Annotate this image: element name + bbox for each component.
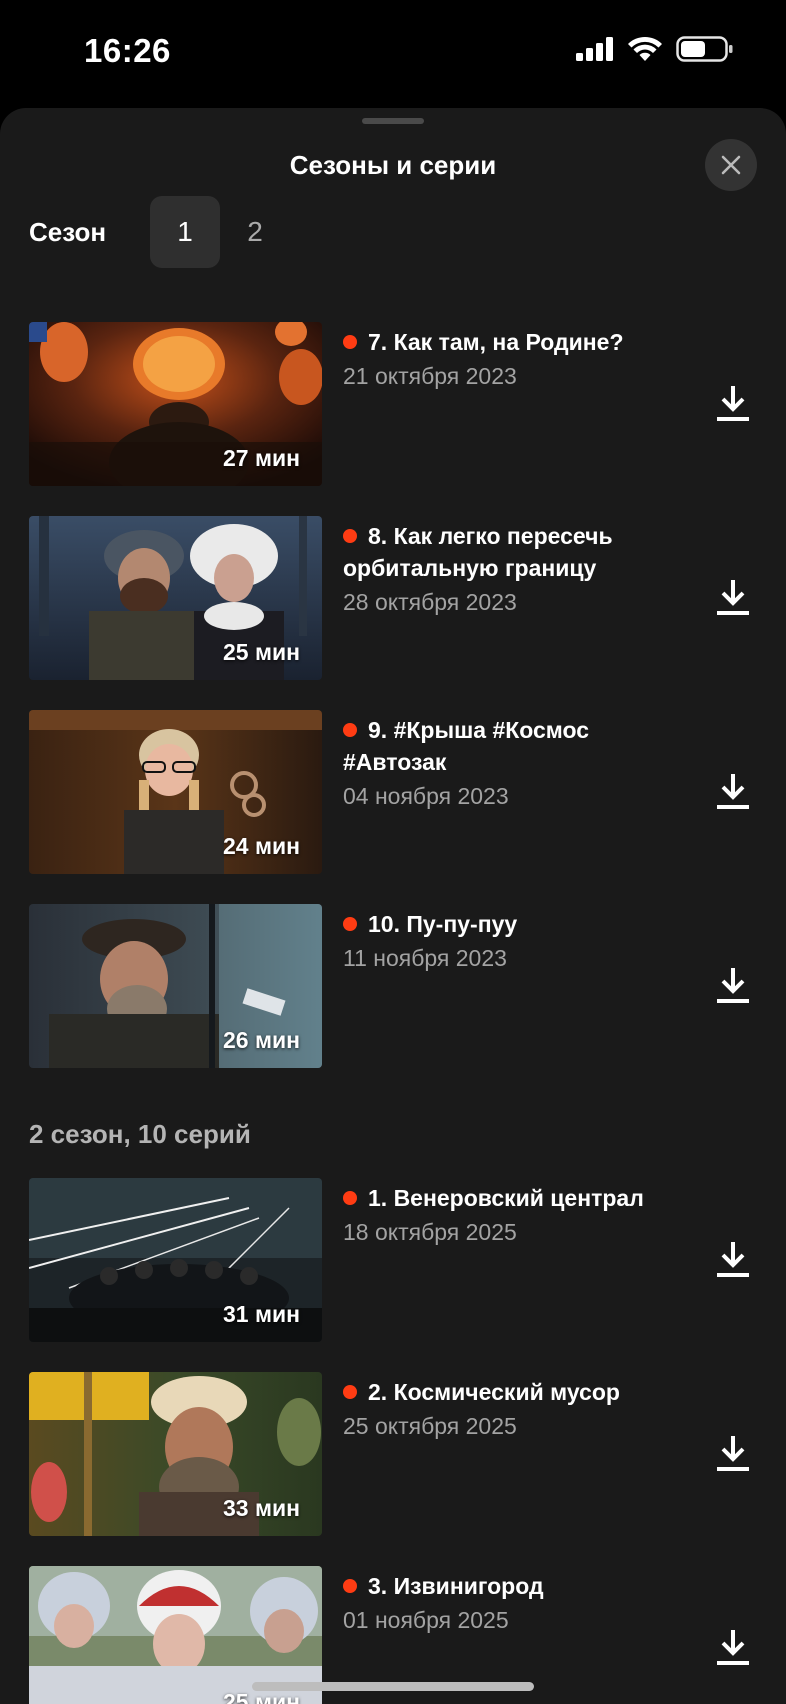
episode-title-text: 2. Космический мусор bbox=[368, 1379, 620, 1405]
status-icons bbox=[576, 36, 734, 62]
season-tab-2[interactable]: 2 bbox=[220, 196, 290, 268]
episode-thumbnail[interactable]: 24 мин bbox=[29, 710, 322, 874]
episode-title-text: 10. Пу-пу-пуу bbox=[368, 911, 518, 937]
episodes-sheet: Сезоны и серии Сезон 1 2 27 мин 7. Как т… bbox=[0, 108, 786, 1704]
episode-info[interactable]: 3. Извинигород 01 ноября 2025 bbox=[343, 1570, 673, 1638]
battery-icon bbox=[676, 36, 733, 62]
episode-title: 7. Как там, на Родине? bbox=[343, 326, 673, 358]
new-episode-dot-icon bbox=[343, 1385, 357, 1399]
episode-info[interactable]: 8. Как легко пересечь орбитальную границ… bbox=[343, 520, 673, 620]
episode-info[interactable]: 1. Венеровский централ 18 октября 2025 bbox=[343, 1182, 673, 1250]
episode-duration: 33 мин bbox=[222, 1495, 300, 1521]
episode-row[interactable]: 25 мин 8. Как легко пересечь орбитальную… bbox=[29, 516, 759, 680]
episode-date: 01 ноября 2025 bbox=[343, 1607, 509, 1633]
episode-info[interactable]: 7. Как там, на Родине? 21 октября 2023 bbox=[343, 326, 673, 394]
close-button[interactable] bbox=[705, 139, 757, 191]
season-label: Сезон bbox=[29, 216, 107, 247]
new-episode-dot-icon bbox=[343, 1191, 357, 1205]
download-icon[interactable] bbox=[717, 384, 749, 422]
episode-date: 21 октября 2023 bbox=[343, 363, 517, 389]
episode-row[interactable]: 31 мин 1. Венеровский централ 18 октября… bbox=[29, 1178, 759, 1342]
episode-date: 18 октября 2025 bbox=[343, 1219, 517, 1245]
episode-row[interactable]: 33 мин 2. Космический мусор 25 октября 2… bbox=[29, 1372, 759, 1536]
episode-date: 11 ноября 2023 bbox=[343, 945, 507, 971]
episode-thumbnail[interactable]: 26 мин bbox=[29, 904, 322, 1068]
episode-thumbnail[interactable]: 25 мин bbox=[29, 516, 322, 680]
episode-title: 2. Космический мусор bbox=[343, 1376, 673, 1408]
episode-title: 10. Пу-пу-пуу bbox=[343, 908, 673, 940]
new-episode-dot-icon bbox=[343, 917, 357, 931]
episode-row[interactable]: 26 мин 10. Пу-пу-пуу 11 ноября 2023 bbox=[29, 904, 759, 1068]
episode-title: 3. Извинигород bbox=[343, 1570, 673, 1602]
episode-duration: 26 мин bbox=[222, 1027, 300, 1053]
cellular-signal-icon bbox=[576, 37, 613, 61]
status-bar: 16:26 bbox=[0, 0, 786, 106]
episode-info[interactable]: 9. #Крыша #Космос #Автозак 04 ноября 202… bbox=[343, 714, 673, 814]
episode-title-text: 1. Венеровский централ bbox=[368, 1185, 644, 1211]
new-episode-dot-icon bbox=[343, 1579, 357, 1593]
episode-row[interactable]: 24 мин 9. #Крыша #Космос #Автозак 04 ноя… bbox=[29, 710, 759, 874]
episode-duration: 25 мин bbox=[222, 1689, 300, 1704]
episode-title: 9. #Крыша #Космос #Автозак bbox=[343, 714, 673, 778]
episode-info[interactable]: 2. Космический мусор 25 октября 2025 bbox=[343, 1376, 673, 1444]
episode-duration: 25 мин bbox=[222, 639, 300, 665]
episode-date: 04 ноября 2023 bbox=[343, 783, 509, 809]
download-icon[interactable] bbox=[717, 1628, 749, 1666]
season-selector: Сезон 1 2 bbox=[29, 196, 290, 268]
season-2-header: 2 сезон, 10 серий bbox=[29, 1119, 251, 1149]
episode-info[interactable]: 10. Пу-пу-пуу 11 ноября 2023 bbox=[343, 908, 673, 976]
episode-title: 8. Как легко пересечь орбитальную границ… bbox=[343, 520, 673, 584]
episode-thumbnail[interactable]: 33 мин bbox=[29, 1372, 322, 1536]
sheet-title: Сезоны и серии bbox=[289, 150, 497, 180]
download-icon[interactable] bbox=[717, 772, 749, 810]
status-time: 16:26 bbox=[84, 32, 171, 69]
download-icon[interactable] bbox=[717, 1434, 749, 1472]
episode-duration: 24 мин bbox=[222, 833, 300, 859]
download-icon[interactable] bbox=[717, 1240, 749, 1278]
episode-thumbnail[interactable]: 27 мин bbox=[29, 322, 322, 486]
home-indicator bbox=[252, 1682, 534, 1691]
season-tab-1[interactable]: 1 bbox=[150, 196, 220, 268]
new-episode-dot-icon bbox=[343, 335, 357, 349]
close-icon bbox=[721, 155, 741, 175]
episode-title-text: 9. #Крыша #Космос #Автозак bbox=[343, 717, 590, 775]
download-icon[interactable] bbox=[717, 578, 749, 616]
new-episode-dot-icon bbox=[343, 723, 357, 737]
episode-date: 28 октября 2023 bbox=[343, 589, 517, 615]
episode-date: 25 октября 2025 bbox=[343, 1413, 517, 1439]
new-episode-dot-icon bbox=[343, 529, 357, 543]
episode-duration: 27 мин bbox=[222, 445, 300, 471]
wifi-icon bbox=[628, 36, 662, 61]
episode-title: 1. Венеровский централ bbox=[343, 1182, 673, 1214]
episode-duration: 31 мин bbox=[222, 1301, 300, 1327]
sheet-grabber[interactable] bbox=[362, 118, 424, 124]
episode-row[interactable]: 27 мин 7. Как там, на Родине? 21 октября… bbox=[29, 322, 759, 486]
download-icon[interactable] bbox=[717, 966, 749, 1004]
episode-title-text: 7. Как там, на Родине? bbox=[368, 329, 624, 355]
episode-title-text: 8. Как легко пересечь орбитальную границ… bbox=[343, 523, 613, 581]
episode-thumbnail[interactable]: 31 мин bbox=[29, 1178, 322, 1342]
episode-title-text: 3. Извинигород bbox=[368, 1573, 544, 1599]
